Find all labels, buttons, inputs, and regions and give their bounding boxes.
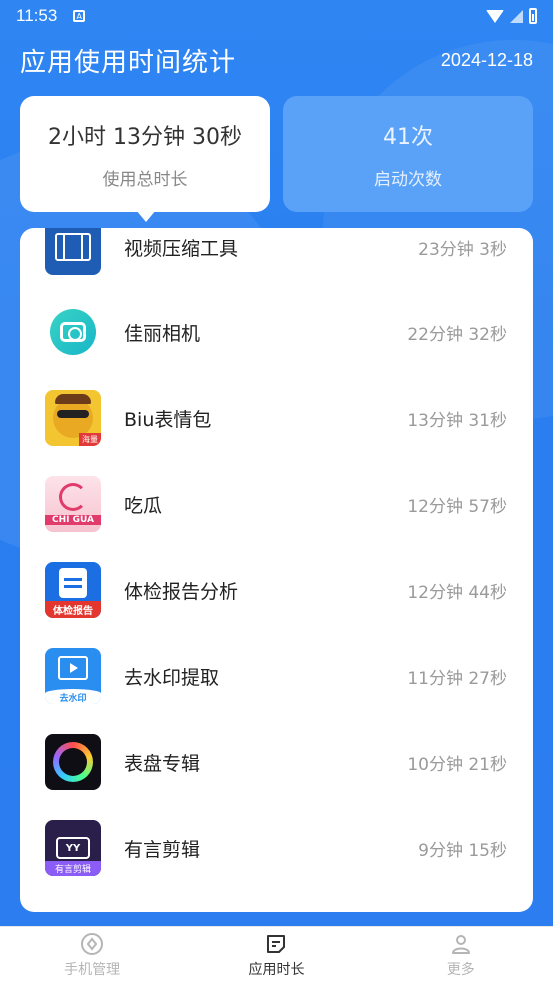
list-item[interactable]: CHI GUA 吃瓜 12分钟 57秒 <box>20 461 533 547</box>
status-time: 11:53 <box>16 6 58 25</box>
app-time: 11分钟 27秒 <box>407 668 507 689</box>
battery-icon <box>529 8 537 24</box>
signal-icon <box>510 9 523 23</box>
list-item[interactable]: YY 有言剪辑 有言剪辑 9分钟 15秒 <box>20 805 533 891</box>
person-icon <box>451 935 470 954</box>
report-icon: 体检报告 <box>45 562 101 618</box>
app-time: 10分钟 21秒 <box>407 754 507 775</box>
status-bar: 11:53 A <box>0 0 553 32</box>
app-name: 有言剪辑 <box>124 838 201 861</box>
nav-label: 应用时长 <box>248 962 305 978</box>
list-item[interactable]: 体检报告 体检报告分析 12分钟 44秒 <box>20 547 533 633</box>
page-title: 应用使用时间统计 <box>20 47 237 78</box>
app-icon-tag: CHI GUA <box>45 515 101 525</box>
app-icon-tag: 有言剪辑 <box>45 861 101 876</box>
active-card-pointer <box>136 210 156 222</box>
total-duration-value: 2小时 13分钟 30秒 <box>48 124 242 150</box>
nav-app-duration[interactable]: 应用时长 <box>184 927 368 984</box>
chigua-icon: CHI GUA <box>45 476 101 532</box>
launch-count-card[interactable]: 41次 启动次数 <box>283 96 533 212</box>
emoji-face-icon: 海量 <box>45 390 101 446</box>
watermark-icon: 去水印 <box>45 648 101 704</box>
app-time: 12分钟 57秒 <box>407 496 507 517</box>
app-icon-tag: 去水印 <box>45 689 101 704</box>
app-icon-badge: YY <box>56 837 90 859</box>
app-name: 佳丽相机 <box>124 322 201 345</box>
nav-phone-manage[interactable]: 手机管理 <box>0 927 184 984</box>
app-time: 9分钟 15秒 <box>418 840 507 861</box>
app-name: 表盘专辑 <box>124 752 201 775</box>
bottom-nav: 手机管理 应用时长 更多 <box>0 926 553 984</box>
app-name: 去水印提取 <box>124 666 220 689</box>
app-name: Biu表情包 <box>124 408 212 431</box>
list-item[interactable]: 佳丽相机 22分钟 32秒 <box>20 289 533 375</box>
list-item[interactable]: 海量 Biu表情包 13分钟 31秒 <box>20 375 533 461</box>
app-name: 体检报告分析 <box>124 580 239 603</box>
app-time: 22分钟 32秒 <box>407 324 507 345</box>
nav-label: 手机管理 <box>64 962 121 978</box>
app-time: 12分钟 44秒 <box>407 582 507 603</box>
compass-icon <box>81 933 104 955</box>
list-item[interactable]: 视频压缩工具 23分钟 3秒 <box>20 228 533 290</box>
camera-icon <box>45 304 101 360</box>
launch-count-label: 启动次数 <box>374 169 442 190</box>
launch-count-value: 41次 <box>383 124 433 150</box>
video-compress-icon <box>45 228 101 275</box>
video-edit-icon: YY 有言剪辑 <box>45 820 101 876</box>
date-label[interactable]: 2024-12-18 <box>441 50 533 71</box>
app-time: 13分钟 31秒 <box>407 410 507 431</box>
nav-more[interactable]: 更多 <box>369 927 553 984</box>
total-duration-card[interactable]: 2小时 13分钟 30秒 使用总时长 <box>20 96 270 212</box>
app-name: 视频压缩工具 <box>124 237 239 260</box>
app-icon-tag: 海量 <box>79 433 101 446</box>
app-icon-tag: 体检报告 <box>45 601 101 618</box>
nav-label: 更多 <box>446 962 475 978</box>
app-name: 吃瓜 <box>124 494 163 517</box>
wifi-icon <box>486 9 504 23</box>
list-item[interactable]: 表盘专辑 10分钟 21秒 <box>20 719 533 805</box>
list-item[interactable]: 去水印 去水印提取 11分钟 27秒 <box>20 633 533 719</box>
app-usage-list[interactable]: 视频压缩工具 23分钟 3秒 佳丽相机 22分钟 32秒 海量 Biu表情包 1… <box>20 228 533 912</box>
total-duration-label: 使用总时长 <box>102 169 188 190</box>
sim-icon: A <box>73 10 86 22</box>
dial-icon <box>45 734 101 790</box>
header: 应用使用时间统计 2024-12-18 <box>20 42 533 78</box>
note-icon <box>267 935 286 953</box>
app-time: 23分钟 3秒 <box>418 239 507 260</box>
